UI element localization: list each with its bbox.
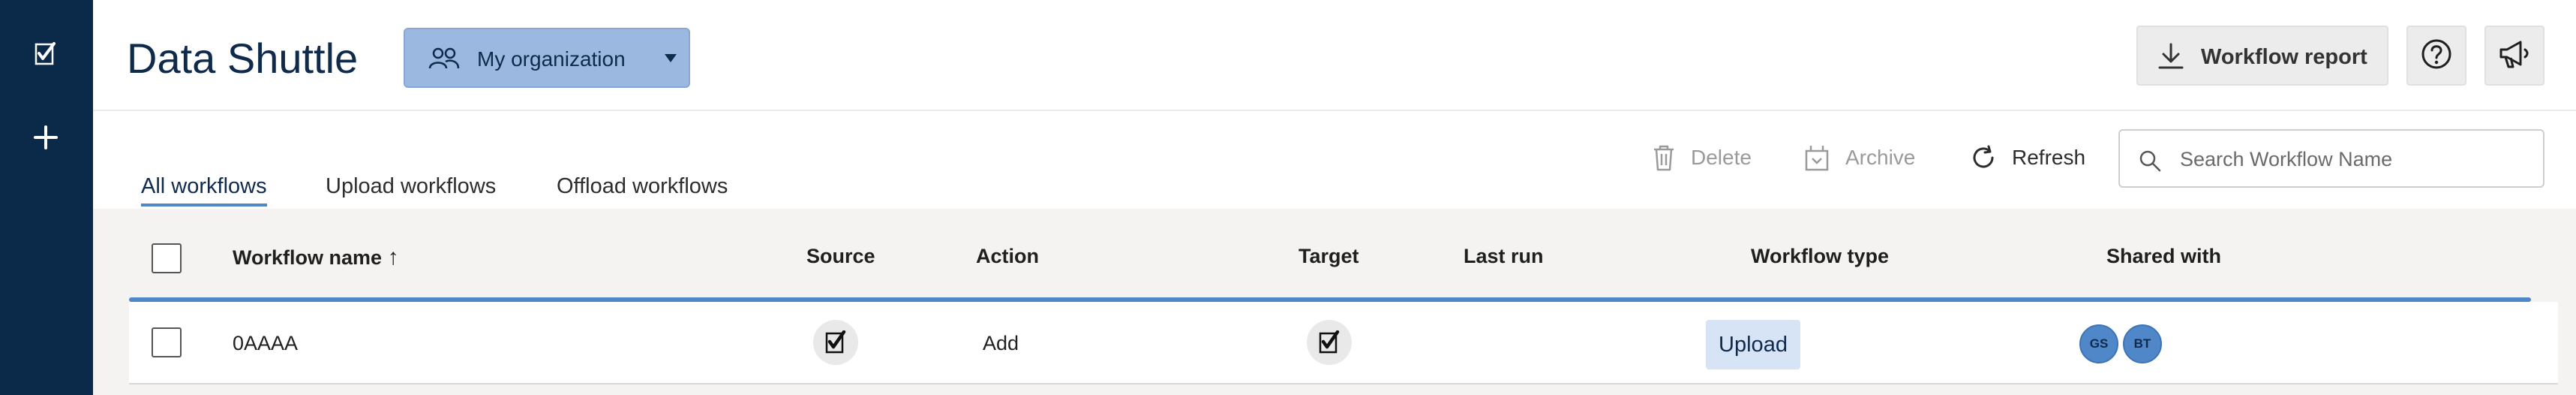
delete-button[interactable]: Delete	[1652, 143, 1752, 173]
column-header-target: Target	[1299, 245, 1359, 267]
column-header-shared-with: Shared with	[2106, 245, 2222, 267]
select-all-checkbox[interactable]	[152, 243, 182, 273]
sort-ascending-icon: ↑	[387, 245, 399, 270]
workflow-name-cell[interactable]: 0AAAA	[233, 332, 298, 355]
smartsheet-source-icon	[813, 320, 858, 365]
column-header-label: Workflow name	[233, 246, 383, 269]
column-header-action: Action	[976, 245, 1039, 267]
search-box	[2118, 129, 2544, 188]
column-header-last-run: Last run	[1464, 245, 1544, 267]
workflow-type-badge: Upload	[1706, 320, 1800, 369]
workflows-table: Workflow name ↑ Source Action Target Las…	[93, 209, 2576, 395]
smartsheet-target-icon	[1307, 320, 1352, 365]
avatar[interactable]: GS	[2079, 324, 2118, 363]
organization-label: My organization	[477, 47, 626, 71]
column-header-workflow-name[interactable]: Workflow name ↑	[233, 245, 399, 270]
refresh-button[interactable]: Refresh	[1970, 143, 2085, 173]
people-icon	[428, 46, 461, 75]
page-title: Data Shuttle	[127, 35, 359, 82]
tab-offload-workflows[interactable]: Offload workflows	[557, 174, 728, 204]
page-header: Data Shuttle My organization Workflow re…	[93, 0, 2576, 111]
workflow-report-label: Workflow report	[2201, 45, 2367, 69]
column-header-source: Source	[806, 245, 875, 267]
trash-icon	[1654, 145, 1674, 171]
row-checkbox[interactable]	[152, 327, 182, 357]
tab-all-workflows[interactable]: All workflows	[141, 174, 267, 207]
tab-upload-workflows[interactable]: Upload workflows	[326, 174, 496, 204]
caret-down-icon	[665, 53, 677, 67]
column-header-workflow-type: Workflow type	[1751, 245, 1890, 267]
megaphone-icon	[2498, 39, 2531, 73]
organization-selector[interactable]: My organization	[404, 28, 690, 88]
help-button[interactable]	[2406, 26, 2466, 86]
delete-label: Delete	[1691, 146, 1752, 169]
refresh-icon	[1973, 145, 1994, 168]
workflow-report-button[interactable]: Workflow report	[2136, 26, 2388, 86]
refresh-label: Refresh	[2012, 146, 2086, 169]
action-cell: Add	[983, 332, 1019, 354]
table-header: Workflow name ↑ Source Action Target Las…	[93, 209, 2576, 297]
table-row[interactable]: 0AAAA Add Upload GS BT	[129, 302, 2558, 384]
archive-label: Archive	[1845, 146, 1916, 169]
smartsheet-logo-icon[interactable]	[31, 39, 61, 69]
archive-button[interactable]: Archive	[1803, 143, 1915, 173]
create-new-button[interactable]	[29, 120, 63, 155]
archive-icon	[1805, 146, 1829, 171]
download-icon	[2157, 42, 2184, 76]
avatar[interactable]: BT	[2123, 324, 2162, 363]
search-input[interactable]	[2180, 143, 2525, 176]
question-mark-icon	[2421, 38, 2452, 74]
sidebar	[0, 0, 93, 395]
search-icon	[2138, 149, 2162, 176]
announcements-button[interactable]	[2484, 26, 2544, 86]
